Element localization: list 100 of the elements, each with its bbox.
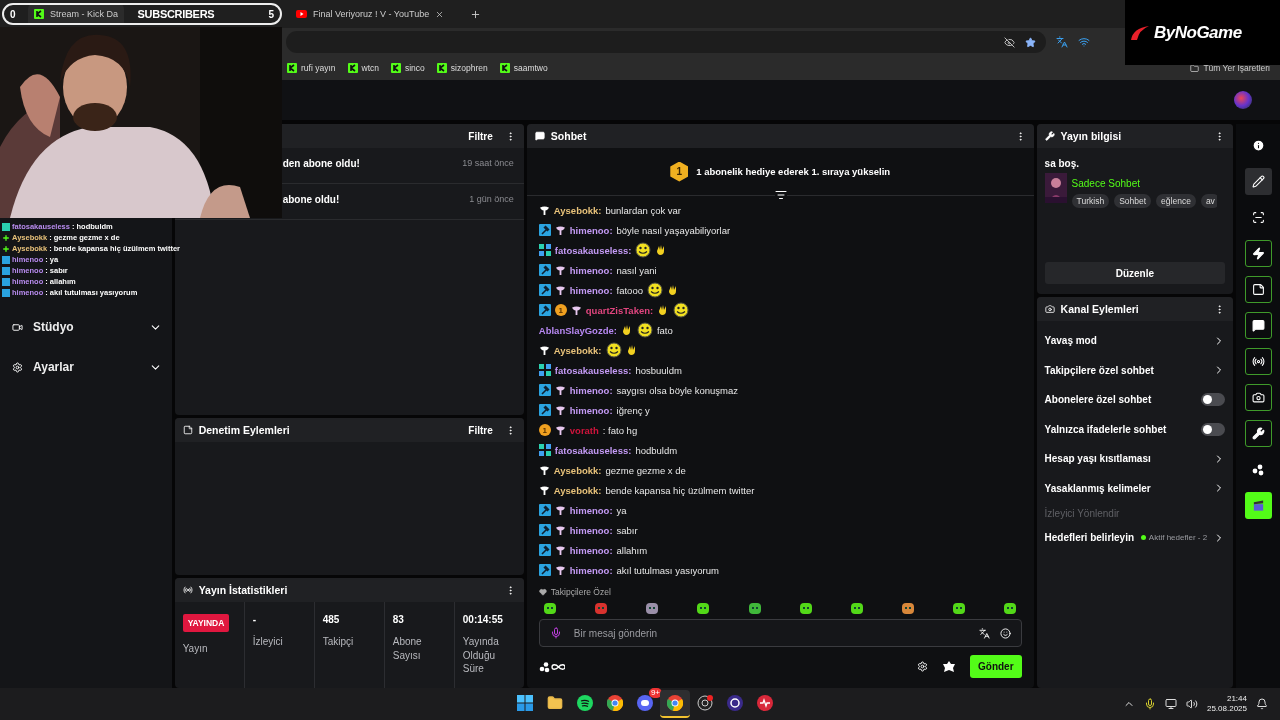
close-icon [435,9,445,19]
chat-username[interactable]: himenoo: [569,504,613,516]
clapper-icon [1251,498,1265,513]
info-icon [1251,139,1265,152]
chat-username[interactable]: quartZisTaken: [585,304,654,316]
plus-icon [2,233,10,242]
emote[interactable] [849,601,864,615]
tool-button[interactable] [1244,348,1272,375]
emote[interactable] [901,601,916,615]
bookmark[interactable]: sizophren [436,63,488,73]
tool-button[interactable] [1244,420,1272,447]
composer-box[interactable]: Bir mesaj gönderin [538,619,1022,647]
action-label[interactable]: Yasaklanmış kelimeler [1044,482,1208,494]
chat-username[interactable]: AblanSlayGozde: [538,324,617,336]
k-logo-icon [499,63,510,73]
chat-username[interactable]: fatosakauseless: [554,244,632,256]
toggle-switch[interactable] [1201,393,1226,407]
scan-icon [1251,211,1265,224]
chat-username[interactable]: himenoo: [569,284,613,296]
bell-icon[interactable] [1256,698,1268,710]
filter-button[interactable]: Filtre [462,130,499,142]
toggle-switch[interactable] [1201,422,1226,436]
new-tab-icon[interactable] [470,8,481,20]
tool-button[interactable] [1244,492,1272,519]
play-logo-icon [296,10,307,18]
tool-button[interactable] [1244,384,1272,411]
message-text: fato [656,324,673,336]
bookmark[interactable]: rufi yayın [287,63,336,73]
chat-username[interactable]: himenoo: [569,524,613,536]
tag[interactable]: eğlence [1156,194,1196,208]
chat-username[interactable]: himenoo: [569,264,613,276]
section-label: İzleyici Yönlendir [1044,507,1121,519]
chat-username[interactable]: fatosakauseless: [554,444,632,456]
tool-button[interactable] [1244,168,1272,195]
tool-button[interactable] [1244,240,1272,267]
chat-username[interactable]: himenoo: [569,224,613,236]
folder-icon [547,695,563,711]
taskbar-app[interactable] [660,690,690,718]
tag[interactable]: Sohbet [1114,194,1152,208]
sidebar-item[interactable]: Stüdyo [12,314,162,340]
action-label[interactable]: Yavaş mod [1044,335,1208,347]
message-text: sabır [616,524,638,536]
stat-value: - [252,614,257,625]
action-label[interactable]: Hesap yaşı kısıtlaması [1044,453,1208,465]
badge-icon[interactable] [942,659,956,674]
tool-button[interactable] [1244,276,1272,303]
action-label[interactable]: Hedefleri belirleyin [1044,532,1135,544]
points-icon[interactable] [538,660,565,673]
tag[interactable]: av [1200,194,1217,208]
tab-title: Stream - Kick Da [50,9,118,19]
settings-icon [12,361,23,373]
activity-title: den abone oldu! [282,158,360,169]
emote[interactable] [798,601,813,615]
smiley-emote [635,242,652,258]
music-app-icon [577,695,593,711]
emote[interactable] [747,601,762,615]
emote[interactable] [1003,601,1018,615]
chat-mode-label: Takipçilere Özel [550,587,611,597]
mic-icon[interactable] [549,627,562,639]
emote[interactable] [696,601,711,615]
message-text: allahım [616,544,648,556]
action-label[interactable]: Takipçilere özel sohbet [1044,364,1208,376]
k-logo-icon [347,63,358,73]
emote[interactable] [542,601,557,615]
all-bookmarks[interactable]: Tüm Yer İşaretleri [1190,63,1270,73]
dots-icon [1251,463,1265,476]
send-button[interactable]: Gönder [970,655,1022,678]
chat-username[interactable]: vorath [569,424,599,436]
category-link[interactable]: Sadece Sohbet [1071,178,1140,189]
chat-username[interactable]: himenoo: [569,544,613,556]
filter-button[interactable]: Filtre [462,424,499,436]
settings-icon[interactable] [917,661,928,672]
tool-button[interactable] [1244,312,1272,339]
tag[interactable]: Turkish [1071,194,1110,208]
chat-username[interactable]: Aysebokk: [553,464,602,476]
activity-title: abone oldu! [282,194,340,205]
swoosh-icon [1129,23,1151,42]
bookmark[interactable]: wtcn [347,63,379,73]
sidebar-item[interactable]: Ayarlar [12,354,162,380]
chat-username[interactable]: himenoo: [569,404,613,416]
emote[interactable] [645,601,660,615]
broadcast-icon [1251,355,1265,368]
edit-button[interactable]: Düzenle [1044,262,1226,284]
browser-tab[interactable]: Final Veriyoruz ! V - YouTube [290,3,466,25]
chat-username[interactable]: Aysebokk: [553,204,602,216]
action-label: Abonelere özel sohbet [1044,394,1153,406]
bookmark[interactable]: saamtwo [499,63,548,73]
chat-username[interactable]: fatosakauseless: [554,364,632,376]
clock-time: 21:44 [1226,693,1247,704]
emote[interactable] [952,601,967,615]
bookmark[interactable]: sinco [391,63,425,73]
chat-username[interactable]: himenoo: [569,384,613,396]
message-input[interactable]: Bir mesaj gönderin [571,626,969,640]
chat-username[interactable]: Aysebokk: [553,344,602,356]
smile-icon [999,627,1011,639]
chat-username[interactable]: himenoo: [569,564,613,576]
chat-username[interactable]: Aysebokk: [553,484,602,496]
eye-off-icon [1004,36,1015,48]
profile-avatar[interactable] [1234,91,1252,109]
counter-goal: 5 [268,8,274,20]
